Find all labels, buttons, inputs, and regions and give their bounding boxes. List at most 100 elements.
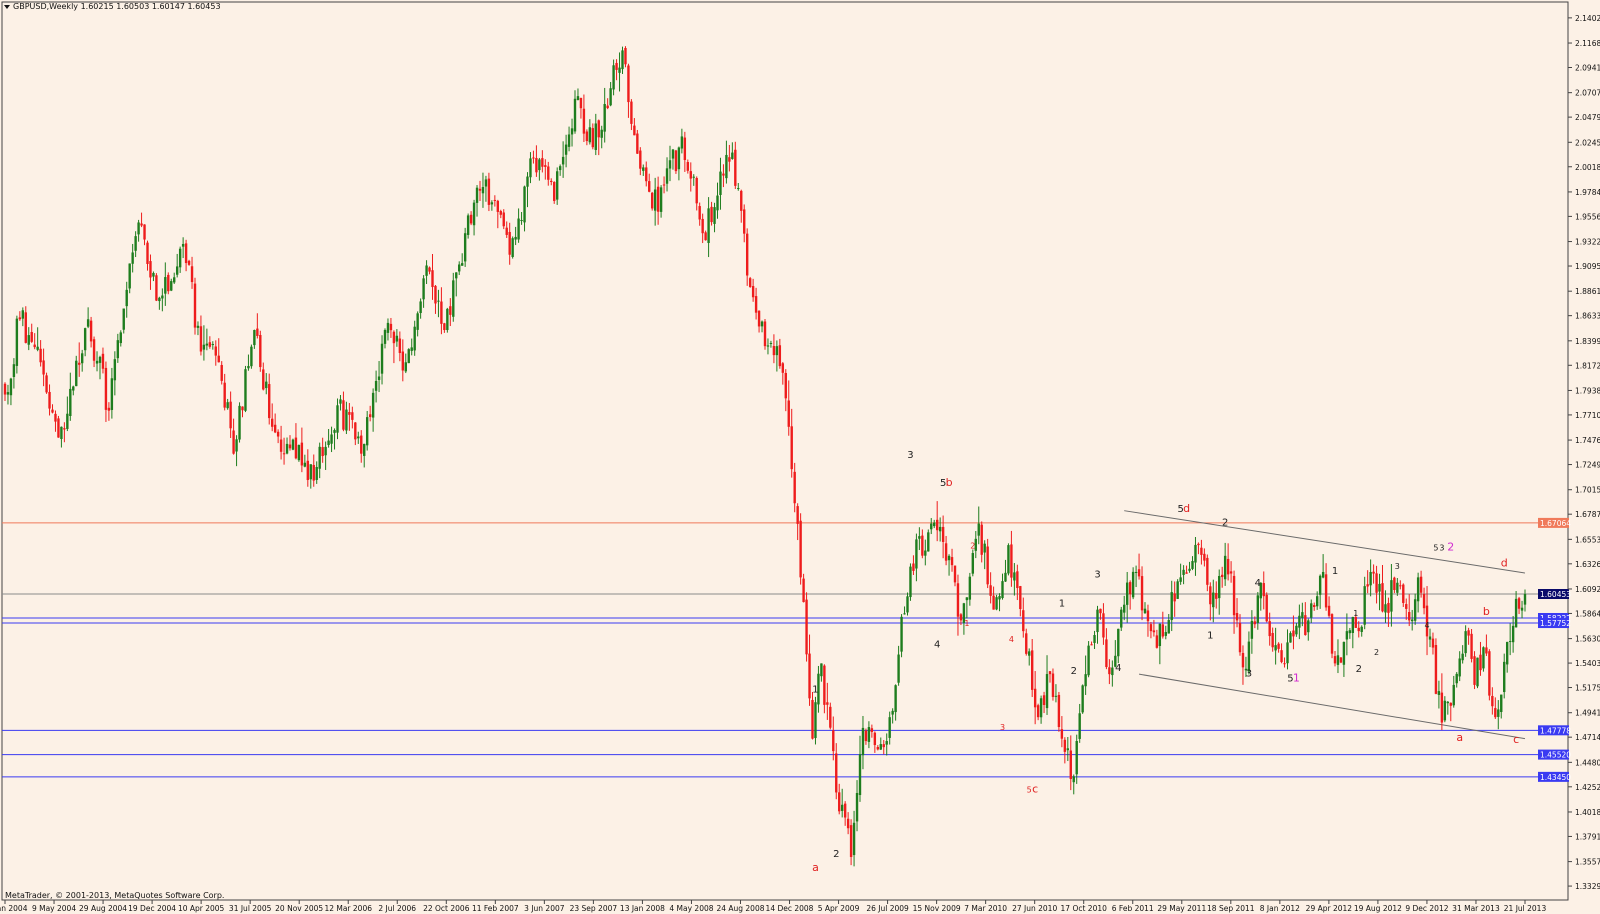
price-tick-label: 1.37910: [1575, 832, 1600, 841]
candle-body: [707, 208, 710, 244]
candle-body: [89, 320, 93, 342]
price-tick-label: 1.93225: [1575, 238, 1600, 247]
candle-body: [639, 150, 642, 169]
price-tag: 1.47778: [1540, 726, 1571, 735]
candle-body: [686, 162, 690, 171]
candle-body: [1280, 650, 1283, 663]
candle-body: [1434, 645, 1438, 694]
candle-body: [710, 206, 713, 223]
candle-body: [1010, 544, 1013, 578]
candle-body: [849, 825, 853, 857]
candle-body: [1158, 623, 1162, 647]
candle-body: [80, 353, 84, 364]
candle-body: [820, 663, 823, 677]
ohlc-values: 1.60215 1.60503 1.60147 1.60453: [80, 2, 221, 11]
candle-body: [137, 222, 140, 235]
candle-body: [550, 180, 553, 183]
candle-body: [1241, 652, 1245, 668]
price-tick-label: 1.63260: [1575, 560, 1600, 569]
candle-body: [51, 409, 54, 413]
date-tick-label: 2 Jul 2006: [378, 904, 416, 913]
candle-body: [861, 727, 865, 756]
candle-body: [811, 699, 814, 739]
price-tick-label: 1.51755: [1575, 684, 1600, 693]
wave-label: 2: [1447, 540, 1454, 553]
candle-body: [906, 596, 909, 613]
candle-body: [285, 443, 289, 454]
candle-body: [1511, 625, 1515, 643]
candle-body: [1497, 709, 1500, 717]
candle-body: [190, 266, 194, 283]
candle-body: [692, 176, 695, 178]
candle-body: [731, 152, 734, 159]
candle-body: [1419, 576, 1423, 593]
wave-label: 4: [1115, 663, 1121, 674]
chevron-down-icon[interactable]: [4, 4, 10, 9]
candle-body: [57, 418, 60, 438]
symbol-label: GBPUSD,Weekly: [13, 2, 79, 11]
price-chart[interactable]: 35 b241435 c12a12345 d2143 5 11122345 3 2abcd 1…: [0, 0, 1600, 914]
candle-body: [113, 359, 117, 381]
candle-body: [1390, 580, 1393, 612]
price-tag: 1.45520: [1540, 751, 1571, 760]
candle-body: [1286, 642, 1289, 664]
candle-body: [1102, 613, 1105, 638]
candle-body: [683, 137, 687, 161]
candle-body: [452, 280, 455, 317]
candle-body: [1057, 694, 1061, 728]
price-tick-label: 2.00180: [1575, 163, 1600, 172]
price-tick-label: 2.14025: [1575, 14, 1600, 23]
candle-body: [1176, 581, 1179, 599]
candle-body: [490, 202, 494, 205]
candle-body: [535, 157, 538, 173]
date-tick-label: 24 Aug 2008: [716, 904, 764, 913]
date-tick-label: 18 Jan 2004: [0, 904, 28, 913]
candle-body: [502, 212, 505, 227]
price-tick-label: 1.44800: [1575, 758, 1600, 767]
date-tick-label: 5 Apr 2009: [818, 904, 860, 913]
date-tick-label: 8 Jan 2012: [1260, 904, 1300, 913]
candle-body: [1342, 641, 1346, 665]
candle-body: [591, 128, 595, 148]
candle-body: [930, 523, 933, 530]
candle-body: [330, 434, 333, 444]
candle-body: [532, 157, 535, 159]
candle-body: [645, 167, 648, 182]
candle-body: [1039, 698, 1043, 718]
candle-body: [897, 654, 900, 683]
candle-body: [1523, 594, 1527, 605]
copyright-text: MetaTrader, © 2001-2013, MetaQuotes Soft…: [5, 891, 225, 900]
candle-body: [832, 730, 835, 752]
wave-label: 1: [1207, 631, 1213, 642]
candle-body: [680, 136, 684, 149]
candle-body: [1345, 631, 1349, 640]
candle-body: [561, 156, 565, 165]
candle-body: [1120, 609, 1123, 628]
candle-body: [1105, 639, 1108, 668]
candle-body: [1292, 630, 1295, 637]
price-tick-label: 1.40185: [1575, 808, 1600, 817]
chart-window[interactable]: 35b241435c12a12345d214351112234532abcd 1…: [0, 0, 1600, 914]
candle-body: [775, 346, 779, 356]
date-tick-label: 23 Sep 2007: [570, 904, 618, 913]
candle-body: [193, 283, 197, 328]
price-tick-label: 1.70150: [1575, 486, 1600, 495]
wave-label: 4: [1009, 635, 1014, 644]
candle-body: [1060, 729, 1064, 739]
candle-body: [769, 343, 773, 345]
candle-body: [178, 248, 182, 268]
candle-body: [72, 386, 75, 391]
candle-body: [808, 653, 811, 699]
candle-body: [656, 186, 660, 212]
candle-body: [1223, 555, 1227, 580]
candle-body: [202, 344, 206, 350]
candle-body: [737, 188, 740, 190]
candle-body: [1387, 602, 1390, 613]
price-tick-label: 1.77105: [1575, 411, 1600, 420]
candle-body: [493, 199, 497, 201]
candle-body: [119, 332, 122, 344]
candle-body: [143, 224, 146, 240]
candle-body: [481, 187, 485, 194]
candle-body: [69, 388, 72, 417]
candle-body: [1078, 713, 1081, 739]
